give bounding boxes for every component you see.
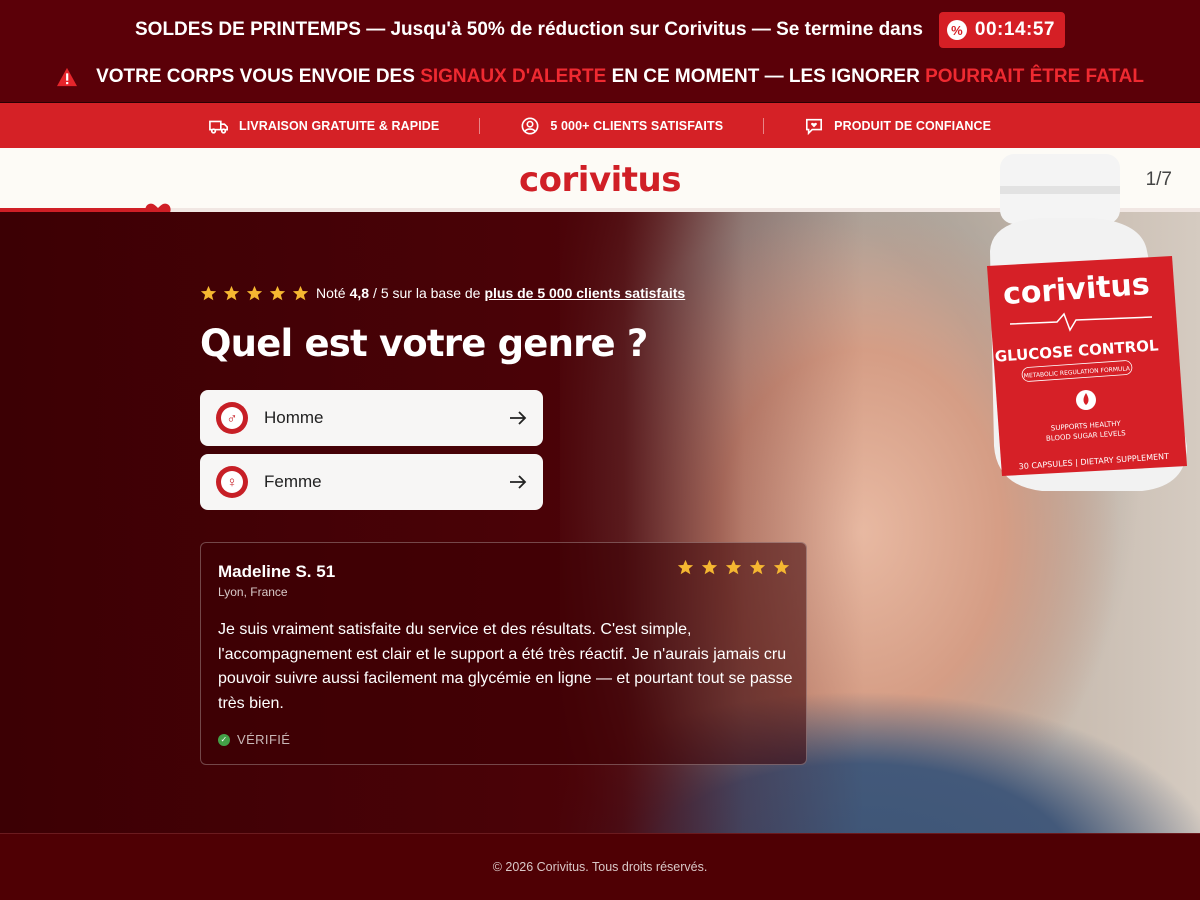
verified-badge: ✓ VÉRIFIÉ	[218, 732, 290, 747]
reviews-link[interactable]: plus de 5 000 clients satisfaits	[484, 285, 685, 301]
verified-label: VÉRIFIÉ	[237, 732, 291, 747]
check-icon: ✓	[218, 733, 230, 746]
rating-prefix: Noté	[316, 285, 346, 301]
arrow-right-icon	[510, 475, 527, 489]
review-stars	[677, 559, 790, 576]
copyright-text: © 2026 Corivitus. Tous droits réservés.	[492, 860, 708, 874]
option-male-button[interactable]: ♂ Homme	[200, 390, 543, 446]
sale-text: SOLDES DE PRINTEMPS — Jusqu'à 50% de réd…	[135, 19, 923, 40]
warning-text: VOTRE CORPS VOUS ENVOIE DES SIGNAUX D'AL…	[96, 66, 1144, 88]
option-label: Homme	[264, 408, 324, 427]
user-circle-icon	[521, 117, 539, 134]
option-label: Femme	[264, 472, 322, 491]
female-icon: ♀	[216, 466, 248, 498]
feature-trust: PRODUIT DE CONFIANCE	[804, 117, 991, 135]
warning-icon	[57, 67, 78, 87]
promo-banner: SOLDES DE PRINTEMPS — Jusqu'à 50% de réd…	[0, 0, 1200, 103]
product-bottle: corivitus GLUCOSE CONTROL METABOLIC REGU…	[987, 154, 1187, 491]
sale-line: SOLDES DE PRINTEMPS — Jusqu'à 50% de réd…	[0, 12, 1200, 48]
feature-label: PRODUIT DE CONFIANCE	[834, 118, 992, 133]
option-female-button[interactable]: ♀ Femme	[200, 454, 543, 510]
discount-icon: %	[946, 20, 967, 40]
rating-summary: Noté 4,8/ 5 sur la base de plus de 5 000 c…	[200, 283, 685, 303]
arrow-right-icon	[510, 411, 527, 425]
site-footer: © 2026 Corivitus. Tous droits réservés.	[0, 833, 1200, 900]
star-icon	[677, 559, 694, 575]
features-bar: LIVRAISON GRATUITE & RAPIDE 5 000+ CLIEN…	[0, 103, 1200, 148]
truck-icon	[209, 120, 228, 134]
heart-chat-icon	[806, 118, 823, 135]
feature-label: LIVRAISON GRATUITE & RAPIDE	[238, 118, 440, 133]
star-icon	[725, 559, 742, 575]
timer-value: 00:14:57	[974, 19, 1055, 40]
rating-score: 4,8	[349, 285, 370, 301]
review-text: Je suis vraiment satisfaite du service e…	[218, 621, 793, 712]
reviewer-location: Lyon, France	[218, 585, 288, 599]
countdown-timer: % 00:14:57	[938, 12, 1065, 48]
star-icon	[749, 559, 766, 575]
warning-signals: SIGNAUX D'ALERTE	[420, 66, 607, 87]
feature-label: 5 000+ CLIENTS SATISFAITS	[550, 118, 724, 133]
warning-middle: EN CE MOMENT — LES IGNORER	[611, 66, 920, 87]
quiz-question: Quel est votre genre ?	[200, 322, 648, 365]
star-icon	[701, 559, 718, 575]
rating-middle: / 5 sur la base de	[373, 285, 481, 301]
warning-prefix: VOTRE CORPS VOUS ENVOIE DES	[96, 66, 415, 87]
star-icon	[200, 285, 217, 300]
review-card: Madeline S. 51 Lyon, France Je suis vrai…	[200, 542, 807, 765]
warning-line: VOTRE CORPS VOUS ENVOIE DES SIGNAUX D'AL…	[0, 62, 1200, 92]
star-icon	[292, 285, 309, 300]
star-icon	[269, 285, 286, 300]
divider	[763, 117, 765, 134]
divider	[479, 117, 481, 134]
star-icon	[246, 285, 263, 300]
reviewer-name: Madeline S. 51	[218, 562, 336, 581]
star-icon	[773, 559, 790, 575]
star-icon	[223, 285, 240, 300]
feature-shipping: LIVRAISON GRATUITE & RAPIDE	[209, 117, 439, 135]
male-icon: ♂	[216, 402, 248, 434]
feature-customers: 5 000+ CLIENTS SATISFAITS	[520, 117, 723, 135]
rating-stars	[200, 285, 309, 302]
warning-fatal: POURRAIT ÊTRE FATAL	[925, 66, 1144, 87]
